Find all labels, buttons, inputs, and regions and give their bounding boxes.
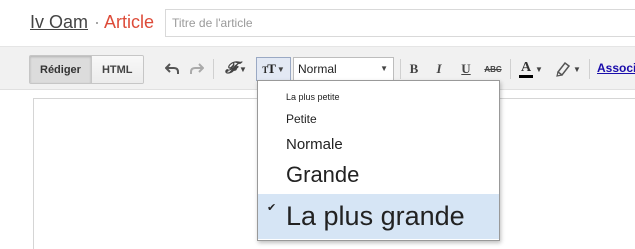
font-size-option-label: Normale <box>286 135 343 153</box>
font-size-option-normal[interactable]: Normale <box>258 131 499 157</box>
chevron-down-icon: ▼ <box>380 64 388 73</box>
italic-icon: I <box>436 61 442 76</box>
paragraph-format-select[interactable]: Normal ▼ <box>293 57 394 81</box>
html-mode-button[interactable]: HTML <box>90 56 143 83</box>
font-size-button[interactable]: TT ▼ <box>256 57 291 81</box>
strikethrough-button[interactable]: ABC <box>483 59 503 79</box>
font-size-option-label: La plus grande <box>286 201 465 231</box>
breadcrumb-current: Article <box>104 12 155 32</box>
paragraph-format-value: Normal <box>298 62 337 76</box>
bold-icon: B <box>409 61 419 76</box>
font-size-icon: TT <box>262 61 276 76</box>
font-family-button[interactable]: 𝓕 ▼ <box>220 59 252 79</box>
toolbar-divider <box>213 59 214 79</box>
text-color-button[interactable]: A ▼ <box>516 59 546 79</box>
breadcrumb-separator: · <box>94 12 100 32</box>
font-size-option-label: Petite <box>286 112 317 126</box>
chevron-down-icon: ▼ <box>238 64 247 74</box>
font-size-menu: La plus petite Petite Normale Grande ✔ L… <box>257 80 500 241</box>
bold-button[interactable]: B <box>406 59 422 79</box>
chevron-down-icon: ▼ <box>573 64 581 74</box>
toolbar-divider <box>589 59 590 79</box>
font-family-icon: 𝓕 <box>225 60 237 77</box>
mode-switch: Rédiger HTML <box>29 55 144 84</box>
chevron-down-icon: ▼ <box>276 64 285 74</box>
text-color-icon: A <box>519 60 534 78</box>
blog-name-link[interactable]: Iv Oam <box>30 12 88 33</box>
underline-icon: U <box>461 61 471 76</box>
highlighter-icon <box>556 61 571 77</box>
redo-icon[interactable] <box>188 59 206 79</box>
font-size-option-small[interactable]: Petite <box>258 107 499 131</box>
post-header: Iv Oam · Article <box>0 0 635 46</box>
undo-icon[interactable] <box>163 59 181 79</box>
highlight-color-button[interactable]: ▼ <box>553 59 583 79</box>
strikethrough-icon: ABC <box>484 64 502 74</box>
chevron-down-icon: ▼ <box>535 64 543 74</box>
checkmark-icon: ✔ <box>267 202 277 214</box>
font-size-option-smallest[interactable]: La plus petite <box>258 85 499 109</box>
insert-link-button[interactable]: Associ <box>597 61 635 75</box>
font-size-option-large[interactable]: Grande <box>258 159 499 191</box>
underline-button[interactable]: U <box>458 59 474 79</box>
toolbar-divider <box>400 59 401 79</box>
compose-mode-button[interactable]: Rédiger <box>30 56 91 83</box>
font-size-option-label: La plus petite <box>286 92 340 102</box>
font-size-option-largest[interactable]: ✔ La plus grande <box>258 194 499 239</box>
post-title-input[interactable] <box>165 9 635 37</box>
font-size-option-label: Grande <box>286 162 360 187</box>
italic-button[interactable]: I <box>431 59 447 79</box>
toolbar-divider <box>510 59 511 79</box>
